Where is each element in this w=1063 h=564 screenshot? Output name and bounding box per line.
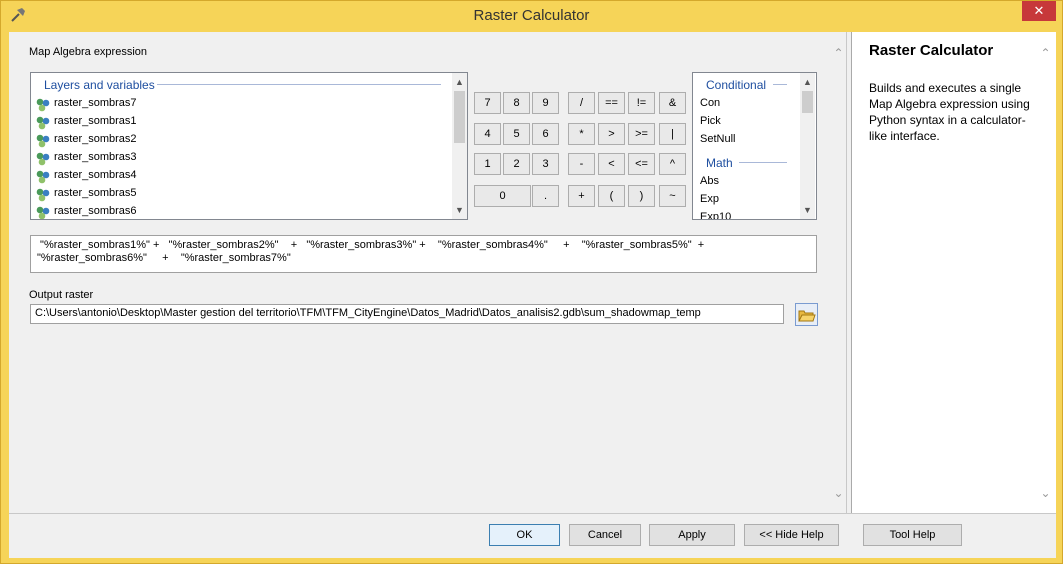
apply-button[interactable]: Apply bbox=[649, 524, 735, 546]
layers-header-divider bbox=[157, 84, 441, 85]
key-0[interactable]: 0 bbox=[474, 185, 531, 207]
key-close-paren[interactable]: ) bbox=[628, 185, 655, 207]
key-and[interactable]: & bbox=[659, 92, 686, 114]
key-decimal[interactable]: . bbox=[532, 185, 559, 207]
expression-label: Map Algebra expression bbox=[29, 46, 148, 58]
raster-calculator-window: Raster Calculator ✕ Map Algebra expressi… bbox=[0, 0, 1063, 564]
key-plus[interactable]: + bbox=[568, 185, 595, 207]
footer-divider bbox=[9, 513, 1056, 514]
help-title: Raster Calculator bbox=[869, 42, 994, 59]
expression-line-2: "%raster_sombras6%" + "%raster_sombras7%… bbox=[37, 252, 291, 264]
layer-item[interactable]: raster_sombras1 bbox=[54, 115, 137, 127]
function-item[interactable]: SetNull bbox=[700, 133, 735, 145]
scroll-down-arrow[interactable]: ▼ bbox=[800, 203, 815, 217]
layer-item[interactable]: raster_sombras4 bbox=[54, 169, 137, 181]
parameters-pane-scrollbar[interactable]: ⌃ ⌄ bbox=[831, 42, 846, 502]
function-item[interactable]: Pick bbox=[700, 115, 721, 127]
layers-scrollbar[interactable]: ▲ ▼ bbox=[452, 73, 467, 219]
layer-item[interactable]: raster_sombras5 bbox=[54, 187, 137, 199]
tool-help-button[interactable]: Tool Help bbox=[863, 524, 962, 546]
key-less[interactable]: < bbox=[598, 153, 625, 175]
hide-help-button[interactable]: << Hide Help bbox=[744, 524, 839, 546]
scroll-down-arrow[interactable]: ▼ bbox=[452, 203, 467, 217]
layer-item[interactable]: raster_sombras2 bbox=[54, 133, 137, 145]
chevron-down-icon[interactable]: ⌄ bbox=[1038, 486, 1053, 500]
key-xor[interactable]: ^ bbox=[659, 153, 686, 175]
chevron-down-icon[interactable]: ⌄ bbox=[831, 486, 846, 500]
scroll-up-arrow[interactable]: ▲ bbox=[800, 75, 815, 89]
expression-textbox[interactable]: "%raster_sombras1%" + "%raster_sombras2%… bbox=[30, 235, 817, 273]
output-raster-input[interactable]: C:\Users\antonio\Desktop\Master gestion … bbox=[30, 304, 784, 324]
browse-folder-button[interactable] bbox=[795, 303, 818, 326]
key-divide[interactable]: / bbox=[568, 92, 595, 114]
key-multiply[interactable]: * bbox=[568, 123, 595, 145]
help-pane: Raster Calculator Builds and executes a … bbox=[851, 32, 1056, 513]
chevron-up-icon[interactable]: ⌃ bbox=[831, 46, 846, 60]
key-open-paren[interactable]: ( bbox=[598, 185, 625, 207]
layers-header: Layers and variables bbox=[44, 78, 155, 92]
key-9[interactable]: 9 bbox=[532, 92, 559, 114]
math-header: Math bbox=[706, 156, 733, 170]
layer-item[interactable]: raster_sombras7 bbox=[54, 97, 137, 109]
math-divider bbox=[739, 162, 787, 163]
expression-line-1: "%raster_sombras1%" + "%raster_sombras2%… bbox=[37, 239, 705, 251]
raster-layer-icon bbox=[36, 116, 50, 130]
window-title: Raster Calculator bbox=[473, 7, 590, 24]
layer-item[interactable]: raster_sombras6 bbox=[54, 205, 137, 217]
key-or[interactable]: | bbox=[659, 123, 686, 145]
conditional-header: Conditional bbox=[706, 78, 767, 92]
ok-button[interactable]: OK bbox=[489, 524, 560, 546]
raster-layer-icon bbox=[36, 152, 50, 166]
key-equal[interactable]: == bbox=[598, 92, 625, 114]
key-4[interactable]: 4 bbox=[474, 123, 501, 145]
key-8[interactable]: 8 bbox=[503, 92, 530, 114]
key-not-equal[interactable]: != bbox=[628, 92, 655, 114]
function-item[interactable]: Exp10 bbox=[700, 211, 731, 219]
layer-item[interactable]: raster_sombras3 bbox=[54, 151, 137, 163]
open-folder-icon bbox=[798, 310, 816, 322]
key-6[interactable]: 6 bbox=[532, 123, 559, 145]
cancel-button[interactable]: Cancel bbox=[569, 524, 641, 546]
dialog-client: Map Algebra expression Layers and variab… bbox=[9, 32, 1056, 558]
raster-layer-icon bbox=[36, 134, 50, 148]
close-button[interactable]: ✕ bbox=[1022, 1, 1056, 21]
output-raster-label: Output raster bbox=[29, 289, 94, 301]
scroll-thumb[interactable] bbox=[454, 91, 465, 143]
key-3[interactable]: 3 bbox=[532, 153, 559, 175]
raster-layer-icon bbox=[36, 170, 50, 184]
scroll-up-arrow[interactable]: ▲ bbox=[452, 75, 467, 89]
key-5[interactable]: 5 bbox=[503, 123, 530, 145]
function-item[interactable]: Exp bbox=[700, 193, 719, 205]
functions-scrollbar[interactable]: ▲ ▼ bbox=[800, 73, 815, 219]
key-greater-equal[interactable]: >= bbox=[628, 123, 655, 145]
function-item[interactable]: Con bbox=[700, 97, 720, 109]
help-description: Builds and executes a single Map Algebra… bbox=[869, 81, 1030, 143]
functions-list[interactable]: Conditional Con Pick SetNull Math Abs Exp Ex… bbox=[692, 72, 817, 220]
raster-layer-icon bbox=[36, 188, 50, 202]
title-bar[interactable]: Raster Calculator ✕ bbox=[1, 1, 1062, 31]
key-2[interactable]: 2 bbox=[503, 153, 530, 175]
help-pane-scrollbar[interactable]: ⌃ ⌄ bbox=[1038, 42, 1053, 502]
key-less-equal[interactable]: <= bbox=[628, 153, 655, 175]
raster-layer-icon bbox=[36, 206, 50, 219]
scroll-thumb[interactable] bbox=[802, 91, 813, 113]
function-item[interactable]: Abs bbox=[700, 175, 719, 187]
conditional-divider bbox=[773, 84, 787, 85]
parameters-pane: Map Algebra expression Layers and variab… bbox=[9, 32, 847, 513]
key-1[interactable]: 1 bbox=[474, 153, 501, 175]
key-greater[interactable]: > bbox=[598, 123, 625, 145]
layers-list[interactable]: Layers and variables raster_sombras7rast… bbox=[30, 72, 468, 220]
chevron-up-icon[interactable]: ⌃ bbox=[1038, 46, 1053, 60]
key-not[interactable]: ~ bbox=[659, 185, 686, 207]
key-minus[interactable]: - bbox=[568, 153, 595, 175]
raster-layer-icon bbox=[36, 98, 50, 112]
key-7[interactable]: 7 bbox=[474, 92, 501, 114]
